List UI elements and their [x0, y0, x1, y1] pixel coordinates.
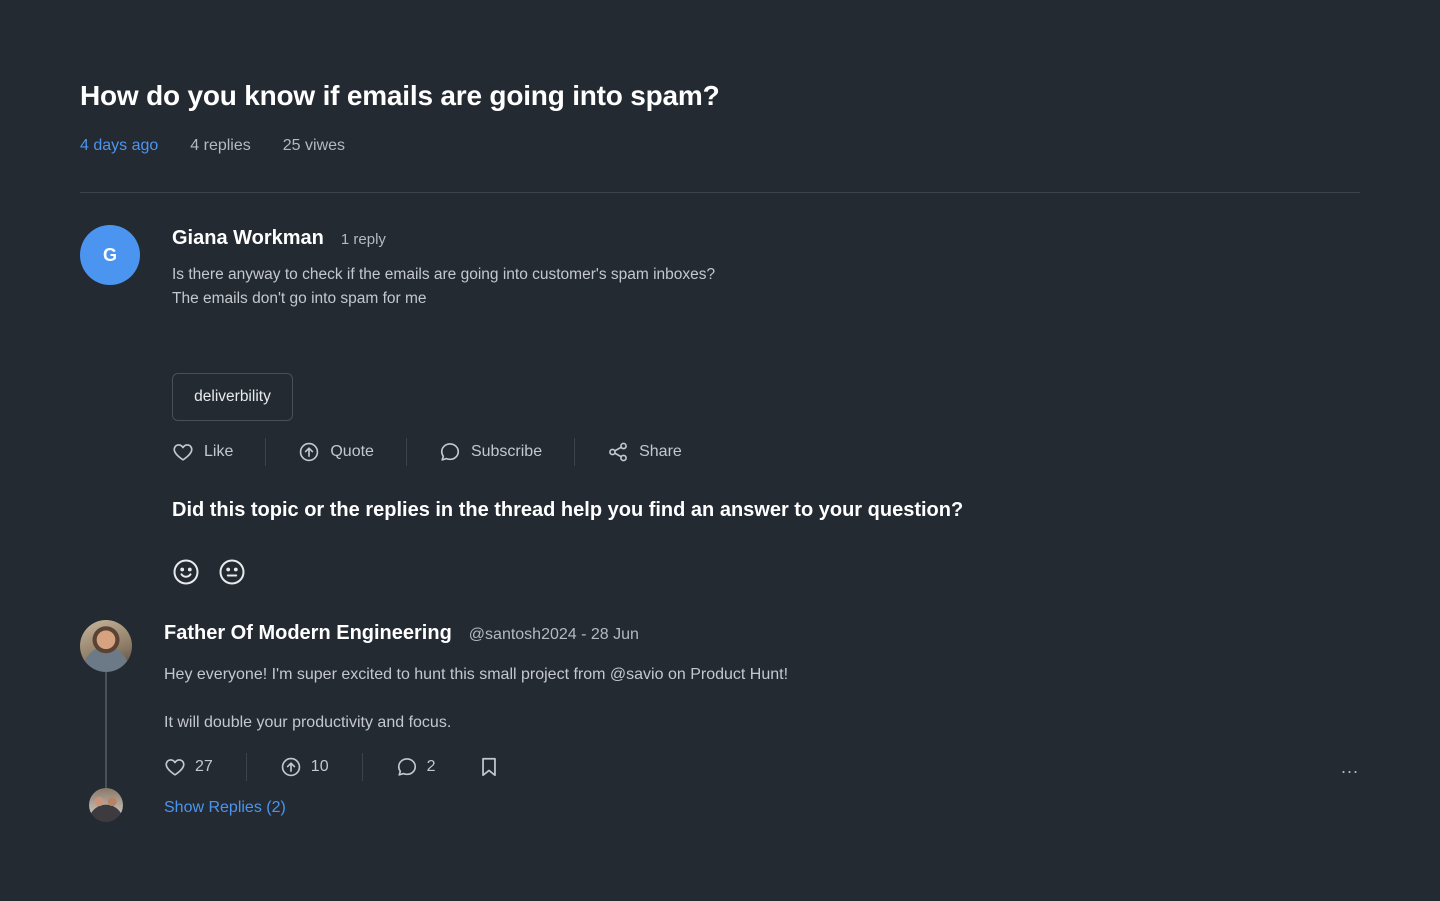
replies-count: 4 replies — [190, 137, 251, 154]
replier-avatar[interactable] — [89, 788, 123, 822]
share-button[interactable]: Share — [607, 441, 682, 463]
neutral-face-icon[interactable] — [218, 558, 246, 586]
subscribe-label: Subscribe — [470, 443, 543, 460]
bookmark-button[interactable] — [478, 756, 500, 778]
like-label: Like — [204, 443, 234, 460]
avatar[interactable]: G — [80, 225, 140, 285]
show-replies-link[interactable]: Show Replies (2) — [164, 799, 286, 817]
topic-meta: 4 days ago 4 replies 25 viwes — [80, 137, 345, 155]
reply-author-name[interactable]: Father Of Modern Engineering — [164, 622, 452, 645]
views-count: 25 viwes — [282, 137, 346, 154]
heart-icon — [173, 444, 193, 461]
reply-header: Father Of Modern Engineering @santosh202… — [164, 622, 639, 645]
post-actions: Like Quote Subscribe Share — [172, 436, 682, 468]
posted-time-link[interactable]: 4 days ago — [80, 137, 158, 155]
reply-avatar[interactable] — [80, 620, 132, 672]
action-divider — [405, 438, 407, 466]
post-author-row: Giana Workman 1 reply — [172, 227, 386, 250]
quote-button[interactable]: Quote — [298, 441, 374, 463]
reply-handle-date: @santosh2024 - 28 Jun — [468, 626, 639, 643]
quote-label: Quote — [330, 443, 374, 460]
comment-count: 2 — [426, 758, 436, 775]
post-body-line: Is there anyway to check if the emails a… — [172, 266, 716, 283]
tag-chip[interactable]: deliverbility — [172, 373, 293, 421]
like-button[interactable]: Like — [172, 441, 233, 463]
author-name[interactable]: Giana Workman — [172, 227, 324, 250]
comment-icon — [397, 758, 416, 776]
action-divider — [361, 753, 363, 781]
action-divider — [265, 438, 267, 466]
reply-upvote-button[interactable]: 10 — [280, 756, 329, 778]
like-count: 27 — [195, 758, 213, 775]
post-body: Is there anyway to check if the emails a… — [172, 263, 715, 311]
author-reply-count: 1 reply — [340, 231, 386, 248]
topic-page: How do you know if emails are going into… — [0, 0, 1440, 901]
reply-like-button[interactable]: 27 — [164, 756, 213, 778]
reply-actions: 27 10 2 — [164, 751, 500, 783]
feedback-buttons — [172, 558, 246, 586]
action-divider — [574, 438, 576, 466]
heart-icon — [165, 759, 185, 776]
subscribe-button[interactable]: Subscribe — [439, 441, 542, 463]
comment-icon — [440, 443, 460, 461]
header-divider — [80, 192, 1360, 193]
action-divider — [245, 753, 247, 781]
avatar-initial: G — [102, 244, 117, 265]
reply-body-line: Hey everyone! I'm super excited to hunt … — [164, 666, 789, 683]
post-body-line: The emails don't go into spam for me — [172, 290, 427, 307]
share-label: Share — [639, 443, 682, 460]
reply-body-line: It will double your productivity and foc… — [164, 714, 452, 731]
thread-line — [105, 672, 107, 790]
topic-title: How do you know if emails are going into… — [80, 80, 720, 111]
upvote-icon — [281, 757, 301, 777]
upvote-icon — [300, 442, 319, 462]
reply-comment-button[interactable]: 2 — [396, 756, 436, 778]
upvote-count: 10 — [310, 758, 329, 775]
smile-face-icon[interactable] — [172, 558, 200, 586]
share-icon — [609, 442, 628, 462]
bookmark-icon — [481, 757, 496, 777]
more-options-icon[interactable]: ... — [1340, 757, 1360, 777]
feedback-question: Did this topic or the replies in the thr… — [172, 499, 964, 521]
